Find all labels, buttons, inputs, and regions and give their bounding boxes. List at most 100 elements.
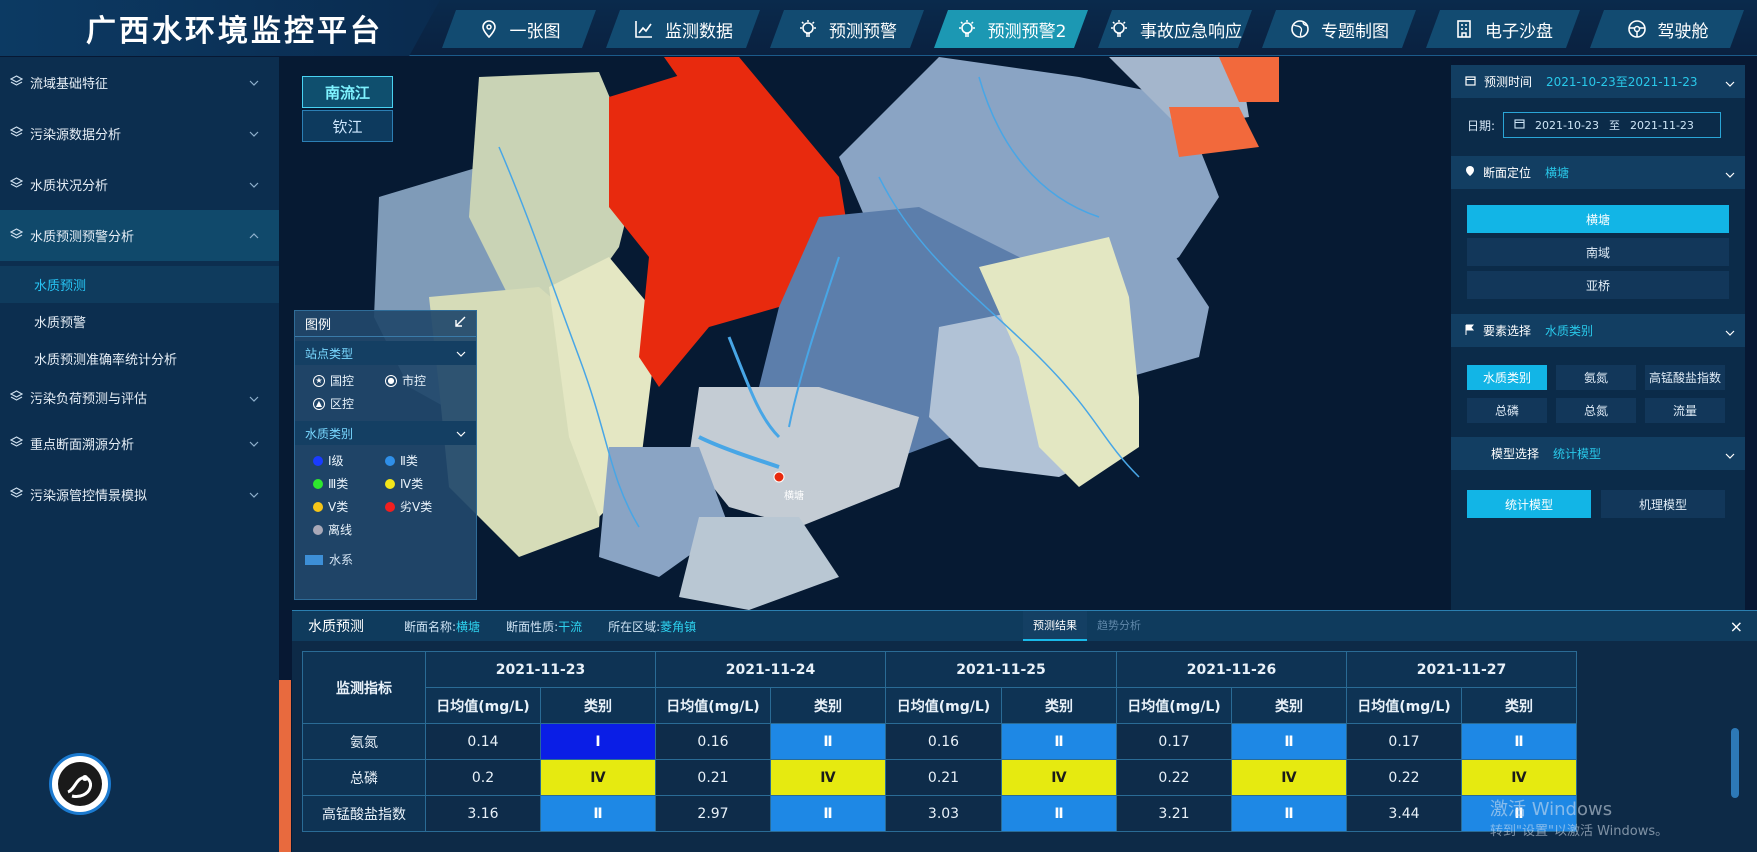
- class-cell: Ⅱ: [770, 723, 886, 760]
- model-buttons: 统计模型 机理模型: [1451, 470, 1745, 538]
- forecast-table: 监测指标 2021-11-23 2021-11-24 2021-11-25 20…: [302, 651, 1577, 832]
- legend-station-types: ★ 国控 ● 市控 ▲ 区控: [295, 365, 476, 417]
- legend-label: 水系: [329, 553, 354, 567]
- sidebar-item-water-quality[interactable]: 水质状况分析: [0, 159, 279, 210]
- element-select-header[interactable]: 要素选择 水质类别: [1451, 314, 1745, 347]
- calendar-icon: [1514, 118, 1525, 132]
- legend-station-type-header[interactable]: 站点类型: [295, 341, 476, 365]
- table-row: 高锰酸盐指数 3.16 Ⅱ 2.97 Ⅱ 3.03 Ⅱ 3.21 Ⅱ 3.44 Ⅱ: [302, 795, 1577, 832]
- triangle-icon: ▲: [313, 397, 325, 410]
- info-value: 横塘: [456, 619, 481, 634]
- sidebar-item-load-forecast[interactable]: 污染负荷预测与评估: [0, 377, 279, 418]
- class-dot: [313, 455, 323, 466]
- element-button-total-nitrogen[interactable]: 总氮: [1556, 398, 1636, 423]
- daily-value-cell: 3.03: [885, 795, 1002, 832]
- legend-item-city: ● 市控: [385, 371, 465, 390]
- star-icon: ★: [313, 374, 325, 387]
- legend-label: Ⅲ类: [328, 477, 349, 491]
- nav-item-forecast[interactable]: 预测预警: [770, 10, 924, 48]
- globe-icon: [1289, 18, 1311, 40]
- date-separator: 至: [1608, 119, 1620, 132]
- element-button-quality-class[interactable]: 水质类别: [1467, 365, 1547, 390]
- sidebar-sub-item-warning[interactable]: 水质预警: [0, 303, 279, 340]
- element-button-total-phosphorus[interactable]: 总磷: [1467, 398, 1547, 423]
- section-label: 预测时间: [1484, 75, 1533, 89]
- tab-trend-analysis[interactable]: 趋势分析: [1087, 611, 1151, 641]
- section-locate-header[interactable]: 断面定位 横塘: [1451, 156, 1745, 189]
- class-cell: Ⅱ: [1001, 723, 1117, 760]
- bulb-icon: [1108, 18, 1130, 40]
- close-icon[interactable]: ×: [1730, 617, 1743, 636]
- scrollbar-thumb[interactable]: [1731, 728, 1739, 798]
- info-value: 菱角镇: [660, 619, 697, 634]
- subheader-class: 类别: [1231, 687, 1347, 724]
- nav-item-forecast2[interactable]: 预测预警2: [934, 10, 1088, 48]
- subheader-value: 日均值(mg/L): [655, 687, 771, 724]
- nav-item-emergency[interactable]: 事故应急响应: [1098, 10, 1252, 48]
- legend-item-water: 水系: [295, 543, 476, 576]
- sidebar-sub-item-accuracy[interactable]: 水质预测准确率统计分析: [0, 340, 279, 377]
- date-range-picker[interactable]: 2021-10-23 至 2021-11-23: [1503, 112, 1722, 138]
- daily-value-cell: 0.2: [425, 759, 541, 796]
- legend-label: Ⅱ类: [400, 454, 418, 468]
- section-button-hengtang[interactable]: 横塘: [1467, 205, 1729, 233]
- element-button-permanganate[interactable]: 高锰酸盐指数: [1645, 365, 1725, 390]
- model-select-header[interactable]: 模型选择 统计模型: [1451, 437, 1745, 470]
- legend-quality-header[interactable]: 水质类别: [295, 421, 476, 445]
- forecast-time-header[interactable]: 预测时间 2021-10-23至2021-11-23: [1451, 65, 1745, 98]
- layers-icon: [9, 486, 24, 503]
- subheader-value: 日均值(mg/L): [1116, 687, 1232, 724]
- daily-value-cell: 0.16: [655, 723, 771, 760]
- result-tabs: 预测结果 趋势分析: [1023, 611, 1151, 641]
- nav-item-map[interactable]: 一张图: [442, 10, 596, 48]
- collapse-arrow-icon[interactable]: [454, 316, 466, 332]
- subheader-class: 类别: [1461, 687, 1577, 724]
- class-cell: Ⅱ: [1231, 723, 1347, 760]
- info-label: 所在区域:: [608, 619, 661, 634]
- class-cell: Ⅰ: [540, 723, 656, 760]
- sidebar-item-pollution-source[interactable]: 污染源数据分析: [0, 108, 279, 159]
- sidebar-item-tracing[interactable]: 重点断面溯源分析: [0, 418, 279, 469]
- element-button-ammonia[interactable]: 氨氮: [1556, 365, 1636, 390]
- app-title: 广西水环境监控平台: [0, 0, 440, 56]
- daily-value-cell: 0.14: [425, 723, 541, 760]
- legend-label: 劣Ⅴ类: [400, 500, 433, 514]
- model-button-mechanism[interactable]: 机理模型: [1601, 490, 1725, 518]
- sidebar-item-scenario[interactable]: 污染源管控情景模拟: [0, 469, 279, 520]
- nav-item-monitor-data[interactable]: 监测数据: [606, 10, 760, 48]
- table-row: 总磷 0.2 Ⅳ 0.21 Ⅳ 0.21 Ⅳ 0.22 Ⅳ 0.22 Ⅳ: [302, 759, 1577, 796]
- sidebar-item-basin[interactable]: 流域基础特征: [0, 57, 279, 108]
- chevron-down-icon: [249, 391, 259, 406]
- layers-icon: [9, 125, 24, 142]
- class-cell: Ⅱ: [540, 795, 656, 832]
- sidebar-sub-item-forecast[interactable]: 水质预测: [0, 266, 279, 303]
- daily-value-cell: 3.21: [1116, 795, 1232, 832]
- chevron-down-icon: [456, 426, 466, 440]
- section-buttons: 横塘 南域 亚桥: [1451, 189, 1745, 314]
- nav-item-thematic[interactable]: 专题制图: [1262, 10, 1416, 48]
- sidebar-item-forecast-warning[interactable]: 水质预测预警分析: [0, 210, 279, 261]
- table-row: 氨氮 0.14 Ⅰ 0.16 Ⅱ 0.16 Ⅱ 0.17 Ⅱ 0.17 Ⅱ: [302, 723, 1577, 760]
- nav-label: 预测预警: [829, 21, 897, 42]
- sidebar-item-label: 污染源数据分析: [30, 128, 122, 143]
- element-button-flow[interactable]: 流量: [1645, 398, 1725, 423]
- tab-forecast-result[interactable]: 预测结果: [1023, 611, 1087, 641]
- model-button-statistical[interactable]: 统计模型: [1467, 490, 1591, 518]
- table-body: 氨氮 0.14 Ⅰ 0.16 Ⅱ 0.16 Ⅱ 0.17 Ⅱ 0.17 Ⅱ 总磷 0.2 Ⅳ 0.21 Ⅳ 0.…: [302, 723, 1577, 832]
- bulb-icon: [956, 18, 978, 40]
- nav-label: 事故应急响应: [1140, 21, 1242, 42]
- nav-label: 驾驶舱: [1657, 21, 1709, 42]
- tab-river-qin[interactable]: 钦江: [302, 110, 393, 142]
- daily-value-cell: 0.22: [1116, 759, 1232, 796]
- index-header: 监测指标: [302, 651, 426, 724]
- chevron-down-icon: [1725, 76, 1735, 90]
- section-label: 模型选择: [1491, 447, 1540, 461]
- class-dot: [385, 501, 395, 512]
- legend-item-national: ★ 国控: [313, 371, 385, 390]
- nav-item-sandbox[interactable]: 电子沙盘: [1426, 10, 1580, 48]
- tab-river-nanliu[interactable]: 南流江: [302, 76, 393, 108]
- section-button-yaqiao[interactable]: 亚桥: [1467, 271, 1729, 299]
- nav-item-cockpit[interactable]: 驾驶舱: [1590, 10, 1744, 48]
- section-button-nanyu[interactable]: 南域: [1467, 238, 1729, 266]
- class-cell: Ⅱ: [1231, 795, 1347, 832]
